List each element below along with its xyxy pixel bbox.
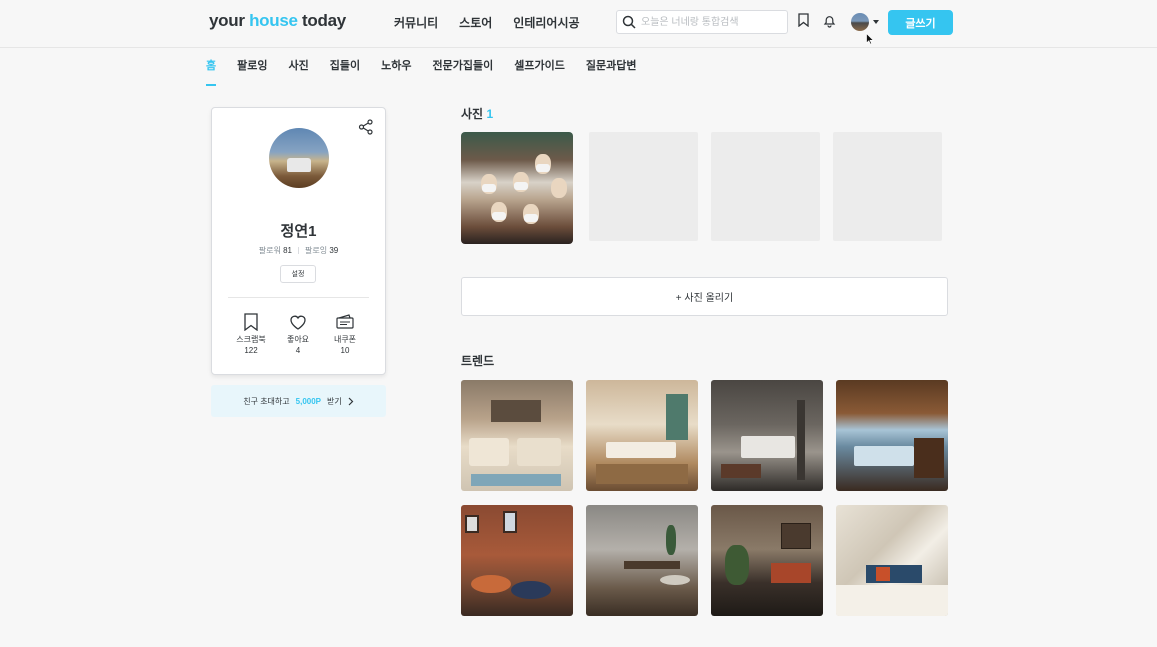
photo-placeholder bbox=[833, 132, 942, 241]
stat-likes[interactable]: 좋아요 4 bbox=[280, 313, 316, 355]
photo-placeholder bbox=[711, 132, 820, 241]
upload-photo-button[interactable]: + 사진 올리기 bbox=[461, 277, 948, 316]
following-count[interactable]: 39 bbox=[329, 246, 338, 255]
settings-button[interactable]: 설정 bbox=[280, 265, 316, 283]
trend-photo[interactable] bbox=[586, 380, 698, 491]
trend-photo[interactable] bbox=[711, 505, 823, 616]
mouse-cursor-icon bbox=[866, 33, 874, 45]
nav-store[interactable]: 스토어 bbox=[459, 14, 492, 31]
divider bbox=[228, 297, 369, 298]
profile-avatar bbox=[269, 128, 329, 188]
bookmark-icon bbox=[244, 313, 258, 331]
chevron-down-icon[interactable] bbox=[873, 20, 879, 24]
tab-knowhow[interactable]: 노하우 bbox=[381, 57, 411, 80]
trend-photo[interactable] bbox=[836, 505, 948, 616]
follower-label[interactable]: 팔로워 bbox=[259, 246, 281, 255]
trend-photo[interactable] bbox=[586, 505, 698, 616]
search-icon bbox=[622, 15, 636, 29]
photo-placeholder bbox=[589, 132, 698, 241]
follower-count[interactable]: 81 bbox=[283, 246, 292, 255]
tab-housewarming[interactable]: 집들이 bbox=[330, 57, 360, 80]
site-logo[interactable]: your house today bbox=[209, 11, 346, 31]
trend-photo[interactable] bbox=[836, 380, 948, 491]
profile-name: 정연1 bbox=[280, 223, 317, 240]
stat-coupons[interactable]: 내쿠폰 10 bbox=[327, 313, 363, 355]
bell-icon[interactable] bbox=[823, 14, 836, 28]
tab-expert-housewarming[interactable]: 전문가집들이 bbox=[433, 57, 494, 80]
following-label[interactable]: 팔로잉 bbox=[305, 246, 327, 255]
tab-photos[interactable]: 사진 bbox=[289, 57, 309, 80]
nav-community[interactable]: 커뮤니티 bbox=[394, 14, 438, 31]
user-photo[interactable] bbox=[461, 132, 573, 244]
trend-photo[interactable] bbox=[461, 505, 573, 616]
write-button[interactable]: 글쓰기 bbox=[888, 10, 953, 35]
top-header: your house today 커뮤니티 스토어 인테리어시공 글쓰기 bbox=[0, 0, 1157, 48]
sub-nav: 홈 팔로잉 사진 집들이 노하우 전문가집들이 셀프가이드 질문과답변 bbox=[0, 48, 1157, 86]
heart-icon bbox=[290, 315, 306, 330]
nav-interior[interactable]: 인테리어시공 bbox=[513, 14, 579, 31]
profile-card: 정연1 팔로워 81 팔로잉 39 설정 스크랩북 122 좋아요 4 내쿠폰 1… bbox=[211, 107, 386, 375]
follow-counts: 팔로워 81 팔로잉 39 bbox=[212, 245, 385, 256]
main-nav: 커뮤니티 스토어 인테리어시공 bbox=[394, 14, 580, 31]
trend-photo[interactable] bbox=[711, 380, 823, 491]
search-input[interactable] bbox=[641, 13, 781, 31]
tab-following[interactable]: 팔로잉 bbox=[237, 57, 267, 80]
search-box bbox=[616, 10, 788, 34]
share-icon[interactable] bbox=[358, 119, 374, 135]
coupon-icon bbox=[336, 314, 354, 329]
chevron-right-icon bbox=[348, 397, 354, 405]
photos-title: 사진 1 bbox=[461, 107, 494, 121]
tab-self-guide[interactable]: 셀프가이드 bbox=[514, 57, 565, 80]
user-avatar[interactable] bbox=[851, 13, 869, 31]
bookmark-icon[interactable] bbox=[798, 13, 809, 27]
tab-qna[interactable]: 질문과답변 bbox=[586, 57, 637, 80]
trends-title: 트렌드 bbox=[461, 354, 495, 368]
invite-banner[interactable]: 친구 초대하고 5,000P 받기 bbox=[211, 385, 386, 417]
stat-scrapbook[interactable]: 스크랩북 122 bbox=[233, 313, 269, 355]
trend-photo[interactable] bbox=[461, 380, 573, 491]
tab-home[interactable]: 홈 bbox=[206, 57, 217, 86]
